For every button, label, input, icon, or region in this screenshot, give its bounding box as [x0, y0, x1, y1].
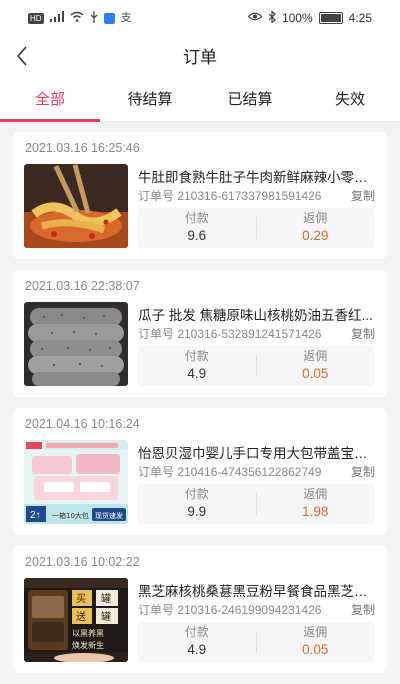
- promo-slogan-2: 焕发新生: [72, 640, 104, 650]
- hd-badge: HD: [28, 12, 44, 24]
- payment-stat: 付款 9.9: [138, 487, 256, 521]
- payment-amount: 9.6: [187, 228, 207, 243]
- payment-amount: 4.9: [187, 642, 207, 657]
- status-bar: HD 支 100% 4:25: [0, 0, 400, 36]
- order-number: 订单号 210316-246199094231426: [138, 603, 322, 617]
- product-title: 怡恩贝湿巾婴儿手口专用大包带盖宝宝...: [138, 446, 376, 461]
- payment-stat: 付款 4.9: [138, 349, 256, 383]
- payment-label: 付款: [184, 211, 209, 225]
- product-title: 牛肚即食熟牛肚子牛肉新鲜麻辣小零食...: [138, 170, 376, 185]
- payment-label: 付款: [184, 487, 209, 501]
- order-stats: 付款 9.6 返佣 0.29: [138, 208, 374, 248]
- rebate-label: 返佣: [303, 625, 328, 639]
- product-image: [24, 302, 128, 386]
- rebate-amount: 1.98: [302, 504, 329, 519]
- order-stats: 付款 4.9 返佣 0.05: [138, 622, 374, 662]
- order-stats: 付款 9.9 返佣 1.98: [138, 484, 374, 524]
- copy-button[interactable]: 复制: [351, 187, 375, 204]
- payment-label: 付款: [184, 625, 209, 639]
- rebate-label: 返佣: [303, 487, 328, 501]
- promo-can: 罐: [101, 592, 111, 605]
- payment-amount: 9.9: [187, 504, 207, 519]
- order-card[interactable]: 2021.03.16 10:02:22 买 罐 送 罐 以黑养黑 焕发新生 黑芝…: [13, 546, 387, 673]
- product-image: 2↑ 一箱10大包 现货速发: [24, 440, 128, 524]
- rebate-stat: 返佣 0.05: [257, 625, 375, 659]
- rebate-stat: 返佣 0.29: [257, 211, 375, 245]
- tab-pending[interactable]: 待结算: [100, 80, 200, 121]
- payment-label: 付款: [184, 349, 209, 363]
- promo-slogan: 以黑养黑: [72, 628, 104, 638]
- promo-gift: 送: [76, 610, 86, 623]
- promo-can-2: 罐: [101, 610, 111, 623]
- product-image: [24, 164, 128, 248]
- order-number: 订单号 210316-532891241571426: [138, 327, 322, 341]
- rebate-label: 返佣: [303, 211, 328, 225]
- order-stats: 付款 4.9 返佣 0.05: [138, 346, 374, 386]
- copy-button[interactable]: 复制: [351, 463, 375, 480]
- bluetooth-icon: [268, 9, 276, 26]
- order-list: 2021.03.16 16:25:46 牛肚即食熟牛肚子牛肉新鲜麻辣小零食...…: [13, 132, 387, 684]
- promo-buy: 买: [76, 593, 86, 605]
- rebate-label: 返佣: [303, 349, 328, 363]
- promo-text: 一箱10大包: [52, 511, 89, 520]
- nav-bar: 订单: [0, 36, 400, 80]
- order-time: 2021.04.16 10:16:24: [25, 417, 140, 431]
- tab-settled[interactable]: 已结算: [200, 80, 300, 121]
- rebate-amount: 0.05: [302, 366, 329, 381]
- order-time: 2021.03.16 10:02:22: [25, 555, 140, 569]
- battery-icon: [318, 12, 343, 24]
- signal-icon: [49, 11, 64, 25]
- battery-percent: 100%: [281, 11, 313, 25]
- order-card[interactable]: 2021.04.16 10:16:24 2↑ 一箱10大包 现货速发 怡恩贝湿巾: [13, 408, 387, 535]
- app-notification-icon: [103, 12, 115, 24]
- rebate-stat: 返佣 0.05: [257, 349, 375, 383]
- payment-amount: 4.9: [187, 366, 207, 381]
- clock: 4:25: [348, 11, 372, 25]
- order-tabs: 全部 待结算 已结算 失效: [0, 80, 400, 122]
- tab-invalid[interactable]: 失效: [300, 80, 400, 121]
- order-number: 订单号 210316-617337981591426: [138, 189, 322, 203]
- payment-stat: 付款 9.6: [138, 211, 256, 245]
- order-time: 2021.03.16 22:38:07: [25, 279, 140, 293]
- usb-icon: [90, 10, 98, 26]
- promo-ship: 现货速发: [95, 511, 123, 520]
- page-title: 订单: [183, 48, 217, 67]
- copy-button[interactable]: 复制: [351, 325, 375, 342]
- rebate-stat: 返佣 1.98: [257, 487, 375, 521]
- status-bar-left: HD 支: [28, 10, 132, 26]
- promo-count: 2↑: [30, 510, 41, 521]
- order-card[interactable]: 2021.03.16 16:25:46 牛肚即食熟牛肚子牛肉新鲜麻辣小零食...…: [13, 132, 387, 259]
- order-card[interactable]: 2021.03.16 22:38:07 瓜子 批发 焦糖原味山核桃奶油五香红..…: [13, 270, 387, 397]
- product-image: 买 罐 送 罐 以黑养黑 焕发新生: [24, 578, 128, 662]
- tab-all[interactable]: 全部: [0, 80, 100, 122]
- product-title: 瓜子 批发 焦糖原味山核桃奶油五香红...: [138, 308, 373, 323]
- product-title: 黑芝麻核桃桑葚黑豆粉早餐食品黑芝麻...: [138, 584, 376, 599]
- status-bar-right: 100% 4:25: [247, 9, 372, 26]
- copy-button[interactable]: 复制: [351, 601, 375, 618]
- eye-icon: [247, 12, 263, 24]
- rebate-amount: 0.29: [302, 228, 329, 243]
- order-time: 2021.03.16 16:25:46: [25, 141, 140, 155]
- rebate-amount: 0.05: [302, 642, 329, 657]
- payment-stat: 付款 4.9: [138, 625, 256, 659]
- wifi-icon: [70, 11, 84, 25]
- order-number: 订单号 210416-474356122862749: [138, 465, 322, 479]
- alipay-icon: 支: [120, 12, 132, 24]
